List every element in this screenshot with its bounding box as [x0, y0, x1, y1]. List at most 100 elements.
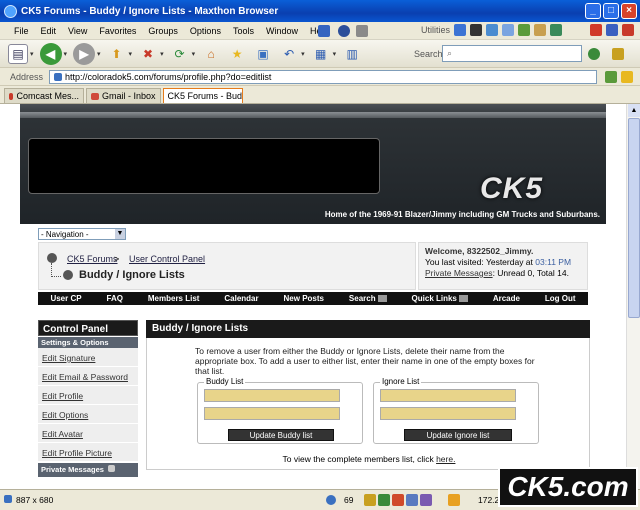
- go-search-icon[interactable]: [588, 48, 600, 60]
- status-icon-6[interactable]: [448, 494, 460, 506]
- up-arrow-icon[interactable]: ⬆: [107, 44, 127, 64]
- menu-favorites[interactable]: Favorites: [99, 26, 136, 36]
- compass-icon[interactable]: [338, 25, 350, 37]
- stop-page-icon[interactable]: [590, 24, 602, 36]
- toolbar: ▤ ▾ ◀ ▾ ▶ ▾ ⬆ ▾ ✖ ▾ ⟳ ▾ ⌂ ★ ▣ ↶ ▾ ▦ ▾ ▥ Search ⌕: [0, 40, 640, 68]
- menu-view[interactable]: View: [68, 26, 87, 36]
- scroll-up-icon[interactable]: ▲: [628, 104, 640, 117]
- restore-icon[interactable]: [606, 24, 618, 36]
- members-list-link[interactable]: here.: [436, 454, 455, 464]
- status-icon-2[interactable]: [378, 494, 390, 506]
- address-url: http://coloradok5.com/forums/profile.php…: [65, 71, 272, 82]
- collapse-icon[interactable]: [107, 465, 115, 472]
- private-messages-link[interactable]: Private Messages: [425, 268, 493, 278]
- search-input[interactable]: ⌕: [442, 45, 582, 62]
- utilities-label[interactable]: Utilities: [421, 25, 450, 35]
- sidebar-item-edit-profile-picture[interactable]: Edit Profile Picture: [38, 443, 138, 462]
- breadcrumb-forums-link[interactable]: CK5 Forums: [67, 254, 118, 264]
- star-icon[interactable]: ★: [227, 44, 247, 64]
- breadcrumb-separator: >: [114, 254, 120, 264]
- address-input[interactable]: http://coloradok5.com/forums/profile.php…: [49, 69, 598, 84]
- menu-file[interactable]: File: [14, 26, 29, 36]
- favorite-add-icon[interactable]: [621, 70, 634, 83]
- sidebar-item-edit-signature[interactable]: Edit Signature: [38, 348, 138, 367]
- refresh-icon[interactable]: ⟳: [170, 44, 190, 64]
- nav-usercp[interactable]: User CP: [50, 294, 81, 303]
- utility-icon-5[interactable]: [518, 24, 530, 36]
- menu-options[interactable]: Options: [190, 26, 221, 36]
- menu-tools[interactable]: Tools: [233, 26, 254, 36]
- nav-faq[interactable]: FAQ: [107, 294, 123, 303]
- stop-icon[interactable]: ✖: [138, 44, 158, 64]
- close-tab-icon[interactable]: [622, 24, 634, 36]
- control-panel-sidebar: Control Panel Settings & Options Edit Si…: [38, 320, 138, 477]
- minimize-button[interactable]: _: [585, 3, 601, 19]
- sidebar-item-edit-profile[interactable]: Edit Profile: [38, 386, 138, 405]
- nav-calendar[interactable]: Calendar: [224, 294, 258, 303]
- menu-edit[interactable]: Edit: [41, 26, 57, 36]
- ck5-watermark: CK5.com: [498, 467, 638, 507]
- buddy-input-2[interactable]: [204, 407, 340, 420]
- tab-comcast[interactable]: Comcast Mes...: [4, 88, 84, 103]
- gear-icon[interactable]: [318, 25, 330, 37]
- status-icon-5[interactable]: [420, 494, 432, 506]
- update-buddy-list-button[interactable]: Update Buddy list: [228, 429, 334, 441]
- breadcrumb: CK5 Forums > User Control Panel Buddy / …: [38, 242, 416, 290]
- tab-bar: Comcast Mes... Gmail - Inbox CK5 Forums …: [0, 86, 640, 104]
- maximize-button[interactable]: □: [603, 3, 619, 19]
- search-options-icon[interactable]: [612, 48, 624, 60]
- window-title: CK5 Forums - Buddy / Ignore Lists - Maxt…: [21, 5, 279, 17]
- update-ignore-list-button[interactable]: Update Ignore list: [404, 429, 512, 441]
- page-icon: [54, 72, 63, 81]
- utility-icon-2[interactable]: [470, 24, 482, 36]
- utility-icon-3[interactable]: [486, 24, 498, 36]
- nav-log-out[interactable]: Log Out: [545, 294, 576, 303]
- ignore-input-1[interactable]: [380, 389, 516, 402]
- close-button[interactable]: ×: [621, 3, 637, 19]
- sidebar-item-edit-options[interactable]: Edit Options: [38, 405, 138, 424]
- sidebar-item-edit-email[interactable]: Edit Email & Password: [38, 367, 138, 386]
- nav-arcade[interactable]: Arcade: [493, 294, 520, 303]
- browser-icon: [4, 4, 17, 18]
- nav-quick-links[interactable]: Quick Links: [412, 294, 468, 303]
- utility-icon-7[interactable]: [550, 24, 562, 36]
- new-page-icon[interactable]: ▤: [8, 43, 28, 64]
- nav-search[interactable]: Search: [349, 294, 387, 303]
- split-icon[interactable]: ▥: [342, 44, 362, 64]
- status-icon-3[interactable]: [392, 494, 404, 506]
- save-page-icon[interactable]: ▣: [253, 44, 273, 64]
- back-icon[interactable]: ◀: [39, 42, 62, 65]
- buddy-ignore-panel: Buddy / Ignore Lists To remove a user fr…: [146, 320, 590, 470]
- sidebar-item-edit-avatar[interactable]: Edit Avatar: [38, 424, 138, 443]
- forward-icon[interactable]: ▶: [73, 42, 96, 65]
- ignore-list-legend: Ignore List: [380, 377, 422, 386]
- utility-icon-4[interactable]: [502, 24, 514, 36]
- vertical-scrollbar[interactable]: ▲: [626, 104, 640, 489]
- undo-icon[interactable]: ↶: [279, 44, 299, 64]
- ignore-input-2[interactable]: [380, 407, 516, 420]
- sidebar-section-private-messages[interactable]: Private Messages: [38, 463, 138, 477]
- status-icon-4[interactable]: [406, 494, 418, 506]
- tab-ck5[interactable]: CK5 Forums - Bud...: [162, 88, 243, 103]
- home-icon[interactable]: ⌂: [201, 44, 221, 64]
- tab-gmail[interactable]: Gmail - Inbox: [86, 88, 161, 103]
- groups-icon[interactable]: ▦: [311, 44, 331, 64]
- scroll-thumb[interactable]: [628, 118, 640, 318]
- breadcrumb-usercp-link[interactable]: User Control Panel: [129, 254, 205, 264]
- go-icon[interactable]: [605, 70, 618, 83]
- nav-new-posts[interactable]: New Posts: [284, 294, 324, 303]
- nav-members-list[interactable]: Members List: [148, 294, 200, 303]
- utility-icon-6[interactable]: [534, 24, 546, 36]
- tools-icon[interactable]: [356, 25, 368, 37]
- utility-icon-1[interactable]: [454, 24, 466, 36]
- sidebar-title: Control Panel: [38, 320, 138, 336]
- gmail-icon: [91, 92, 99, 100]
- forum-page: CK5 Home of the 1969-91 Blazer/Jimmy inc…: [20, 104, 606, 489]
- last-visited-text: You last visited: Yesterday at: [425, 257, 533, 267]
- earth-icon: [326, 495, 336, 505]
- buddy-input-1[interactable]: [204, 389, 340, 402]
- status-icon-1[interactable]: [364, 494, 376, 506]
- navigation-dropdown[interactable]: - Navigation - ▼: [38, 228, 126, 240]
- menu-window[interactable]: Window: [266, 26, 298, 36]
- menu-groups[interactable]: Groups: [148, 26, 178, 36]
